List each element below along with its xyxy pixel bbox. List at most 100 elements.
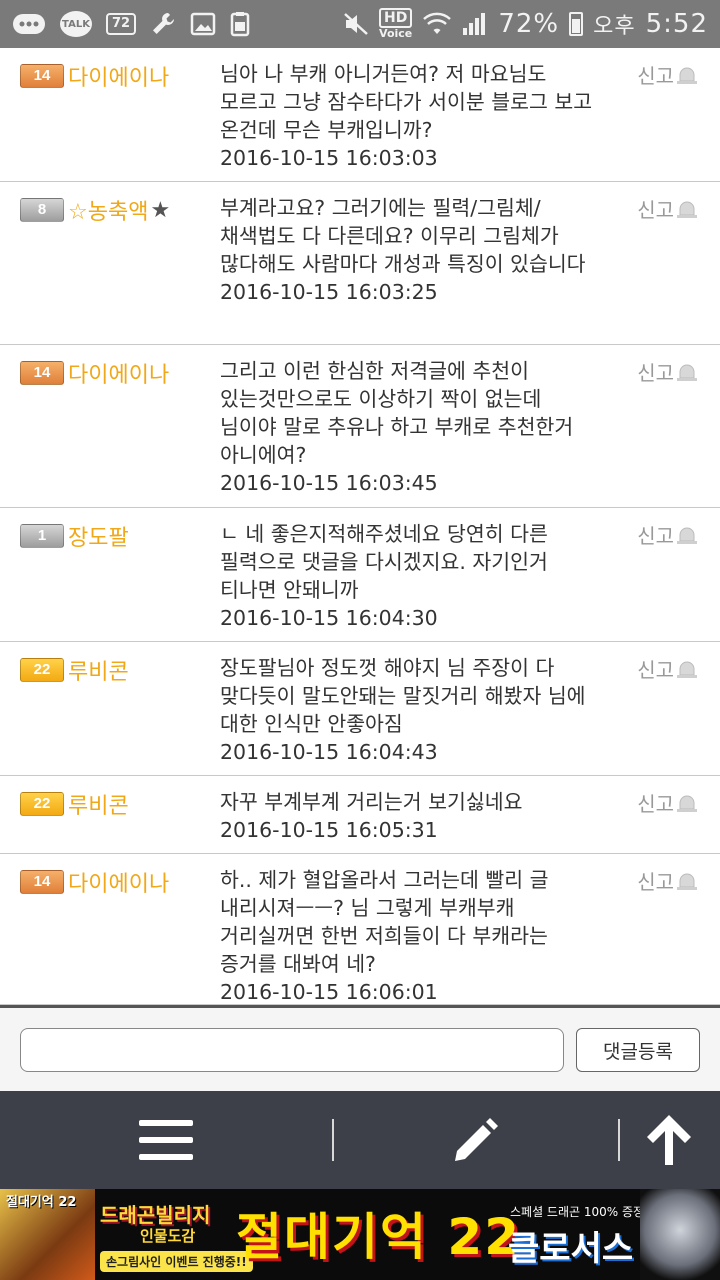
comment-timestamp: 2016-10-15 16:03:25 — [220, 280, 438, 304]
comment-author[interactable]: 22 루비콘 — [20, 788, 129, 820]
comment-body: 부계라고요? 그러기에는 필력/그림체/채색법도 다 다른데요? 이무리 그림체… — [220, 194, 600, 306]
ad-book-cover: 절대기억 22 — [0, 1189, 95, 1280]
comment-row: 14 다이에이나 그리고 이런 한심한 저격글에 추천이 있는것만으로도 이상하기 … — [0, 345, 720, 508]
siren-icon — [677, 661, 697, 678]
comment-body: 님아 나 부캐 아니거든여? 저 마요님도 모르고 그냥 잠수타다가 서이분 블… — [220, 60, 600, 172]
comment-row: 1 장도팔 ㄴ 네 좋은지적해주셨네요 당연히 다른 필력으로 댓글을 다시겠지요.… — [0, 508, 720, 642]
report-button[interactable]: 신고 — [637, 520, 698, 549]
ad-banner[interactable]: 절대기억 22 드래곤빌리지 인물도감 손그림사인 이벤트 진행중!! 절대기억… — [0, 1189, 720, 1280]
level-badge: 8 — [20, 198, 64, 222]
comment-text: ㄴ 네 좋은지적해주셨네요 당연히 다른 필력으로 댓글을 다시겠지요. 자기인… — [220, 522, 548, 602]
signal-icon — [462, 12, 488, 36]
nickname[interactable]: 장도팔 — [68, 520, 129, 552]
write-button[interactable] — [426, 1091, 526, 1189]
report-label: 신고 — [637, 870, 674, 894]
clock: 5:52 — [645, 9, 708, 39]
siren-icon — [677, 527, 697, 544]
comment-text: 하.. 제가 혈압올라서 그러는데 빨리 글 내리시져ㅡㅡ? 님 그렇게 부캐부… — [220, 868, 549, 976]
report-label: 신고 — [637, 198, 674, 222]
comment-row: 22 루비콘 자꾸 부계부계 거리는거 보기싫네요 2016-10-15 16:05:… — [0, 776, 720, 854]
comment-row: 14 다이에이나 하.. 제가 혈압올라서 그러는데 빨리 글 내리시져ㅡㅡ? 님 … — [0, 854, 720, 1005]
report-button[interactable]: 신고 — [637, 60, 698, 89]
report-label: 신고 — [637, 524, 674, 548]
toolbar-divider — [618, 1119, 620, 1161]
comment-row: 8 ☆농축액 ★ 부계라고요? 그러기에는 필력/그림체/채색법도 다 다른데요? 이… — [0, 182, 720, 345]
menu-button[interactable] — [116, 1091, 216, 1189]
comment-body: ㄴ 네 좋은지적해주셨네요 당연히 다른 필력으로 댓글을 다시겠지요. 자기인… — [220, 520, 600, 632]
comment-input[interactable] — [20, 1028, 564, 1072]
more-dots-icon — [12, 13, 46, 35]
mute-icon — [343, 12, 369, 36]
comment-author[interactable]: 22 루비콘 — [20, 654, 129, 686]
notification-count-icon: 72 — [106, 13, 136, 35]
report-button[interactable]: 신고 — [637, 194, 698, 223]
ad-product-name: 클로서스 — [508, 1229, 634, 1269]
wrench-icon — [150, 11, 176, 37]
scroll-top-button[interactable] — [624, 1091, 714, 1189]
hd-voice-icon: HD Voice — [378, 8, 413, 40]
star-icon: ★ — [150, 197, 171, 223]
bottom-toolbar — [0, 1091, 720, 1189]
report-button[interactable]: 신고 — [637, 788, 698, 817]
level-badge: 22 — [20, 658, 64, 682]
report-label: 신고 — [637, 64, 674, 88]
wifi-icon — [422, 12, 452, 36]
comment-list: 14 다이에이나 님아 나 부캐 아니거든여? 저 마요님도 모르고 그냥 잠수타다… — [0, 48, 720, 1005]
comment-body: 장도팔님아 정도껏 해야지 님 주장이 다 맞다듯이 말도안돼는 말짓거리 해봤… — [220, 654, 600, 766]
kakaotalk-icon: TALK — [60, 11, 92, 37]
report-button[interactable]: 신고 — [637, 866, 698, 895]
comment-form: 댓글등록 — [0, 1005, 720, 1091]
comment-text: 그리고 이런 한심한 저격글에 추천이 있는것만으로도 이상하기 짝이 없는데 … — [220, 359, 574, 467]
comment-row: 22 루비콘 장도팔님아 정도껏 해야지 님 주장이 다 맞다듯이 말도안돼는 말짓… — [0, 642, 720, 776]
comment-row: 14 다이에이나 님아 나 부캐 아니거든여? 저 마요님도 모르고 그냥 잠수타다… — [0, 48, 720, 182]
ad-title: 절대기억 22 — [236, 1208, 521, 1266]
report-label: 신고 — [637, 658, 674, 682]
comment-text: 님아 나 부캐 아니거든여? 저 마요님도 모르고 그냥 잠수타다가 서이분 블… — [220, 62, 593, 142]
comment-timestamp: 2016-10-15 16:03:03 — [220, 146, 438, 170]
ad-logo: 드래곤빌리지 — [100, 1203, 211, 1227]
comment-text: 부계라고요? 그러기에는 필력/그림체/채색법도 다 다른데요? 이무리 그림체… — [220, 196, 586, 276]
comment-author[interactable]: 8 ☆농축액 ★ — [20, 194, 170, 226]
level-badge: 14 — [20, 870, 64, 894]
comment-body: 하.. 제가 혈압올라서 그러는데 빨리 글 내리시져ㅡㅡ? 님 그렇게 부캐부… — [220, 866, 600, 1005]
ad-logo-sub: 인물도감 — [140, 1227, 196, 1245]
siren-icon — [677, 795, 697, 812]
nickname[interactable]: 다이에이나 — [68, 60, 169, 92]
nickname[interactable]: 다이에이나 — [68, 866, 169, 898]
pencil-icon — [455, 1118, 498, 1161]
comment-timestamp: 2016-10-15 16:04:43 — [220, 740, 438, 764]
level-badge: 1 — [20, 524, 64, 548]
ad-promo: 스페셜 드래곤 100% 증정 — [510, 1205, 645, 1219]
ad-event-label: 손그림사인 이벤트 진행중!! — [100, 1251, 253, 1272]
comment-body: 자꾸 부계부계 거리는거 보기싫네요 2016-10-15 16:05:31 — [220, 788, 600, 844]
report-button[interactable]: 신고 — [637, 654, 698, 683]
nickname[interactable]: 다이에이나 — [68, 357, 169, 389]
comment-body: 그리고 이런 한심한 저격글에 추천이 있는것만으로도 이상하기 짝이 없는데 … — [220, 357, 600, 497]
ad-cover-text: 절대기억 22 — [6, 1195, 77, 1210]
comment-author[interactable]: 14 다이에이나 — [20, 866, 169, 898]
comment-author[interactable]: 14 다이에이나 — [20, 60, 169, 92]
nickname[interactable]: ☆농축액 — [68, 194, 148, 226]
report-button[interactable]: 신고 — [637, 357, 698, 386]
comment-author[interactable]: 14 다이에이나 — [20, 357, 169, 389]
comment-timestamp: 2016-10-15 16:06:01 — [220, 980, 438, 1004]
nickname[interactable]: 루비콘 — [68, 654, 129, 686]
comment-text: 자꾸 부계부계 거리는거 보기싫네요 — [220, 790, 523, 814]
submit-comment-button[interactable]: 댓글등록 — [576, 1028, 700, 1072]
hamburger-menu-icon — [139, 1120, 193, 1160]
status-bar: TALK 72 HD Voice 72% 오후 5:52 — [0, 0, 720, 48]
ad-dragon-image — [640, 1189, 720, 1280]
siren-icon — [677, 873, 697, 890]
image-icon — [190, 12, 216, 36]
comment-timestamp: 2016-10-15 16:05:31 — [220, 818, 438, 842]
ampm-label: 오후 — [593, 14, 636, 39]
level-badge: 14 — [20, 64, 64, 88]
clipboard-icon — [230, 11, 250, 37]
siren-icon — [677, 67, 697, 84]
comment-author[interactable]: 1 장도팔 — [20, 520, 129, 552]
nickname[interactable]: 루비콘 — [68, 788, 129, 820]
battery-icon — [569, 12, 584, 36]
toolbar-divider — [332, 1119, 334, 1161]
comment-timestamp: 2016-10-15 16:03:45 — [220, 471, 438, 495]
report-label: 신고 — [637, 361, 674, 385]
